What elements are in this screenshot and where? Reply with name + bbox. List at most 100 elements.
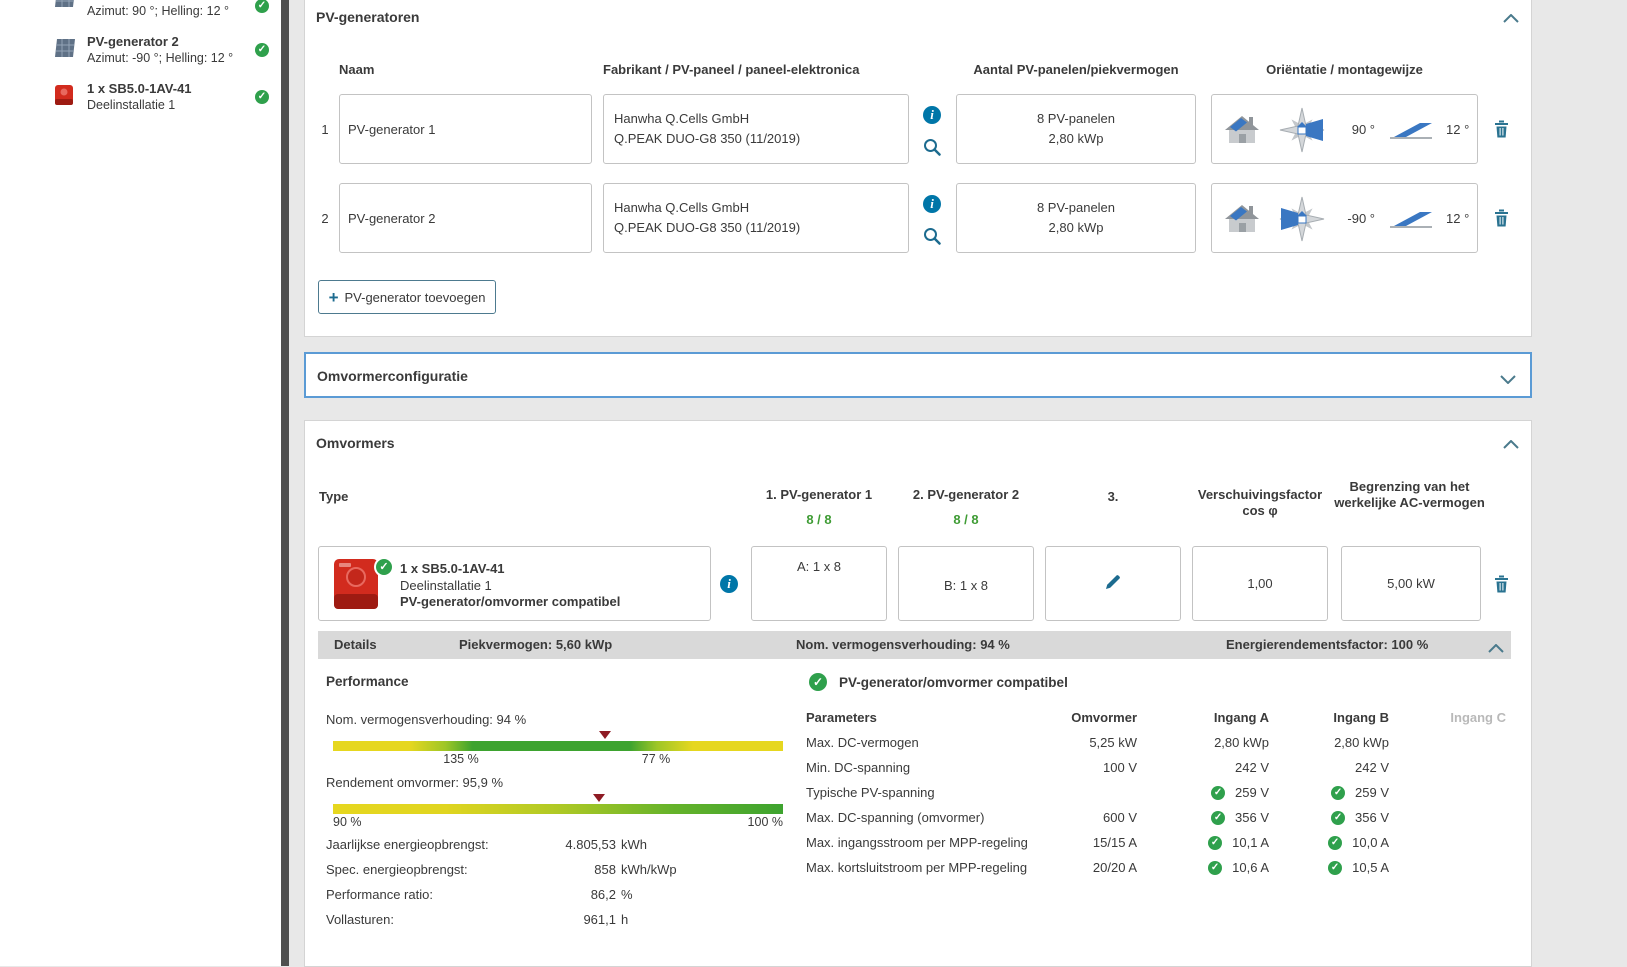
tilt-value: 12 ° [1446, 211, 1470, 226]
generator-row: 1 Hanwha Q.Cells GmbH Q.PEAK DUO-G8 350 … [305, 94, 1533, 164]
orientation-cell[interactable]: -90 ° 12 ° [1211, 183, 1478, 253]
check-icon: ✓ [1331, 785, 1346, 800]
bar1-label: Nom. vermogensverhouding: 94 % [326, 712, 527, 727]
manufacturer-text: Hanwha Q.Cells GmbH [614, 200, 750, 215]
inverter-image [333, 558, 379, 613]
kv-row: Performance ratio: 86,2 % [326, 887, 633, 902]
bar2-label: Rendement omvormer: 95,9 % [326, 775, 504, 790]
trash-icon[interactable] [1494, 209, 1509, 230]
add-generator-label: PV-generator toevoegen [344, 289, 486, 305]
panel-selector[interactable]: Hanwha Q.Cells GmbH Q.PEAK DUO-G8 350 (1… [603, 183, 909, 253]
column-header-gen3: 3. [1107, 489, 1119, 504]
check-icon: ✓ [1328, 835, 1343, 850]
plus-icon: + [328, 287, 339, 307]
sidebar-item-pv-generator-2[interactable]: PV-generator 2 [87, 34, 179, 49]
details-label: Details [334, 637, 377, 652]
inverter-name: 1 x SB5.0-1AV-41 [400, 561, 505, 576]
peak-power-text: 2,80 kWp [1048, 220, 1104, 235]
panel-count-text: 8 PV-panelen [1036, 200, 1116, 215]
chevron-up-icon[interactable] [1503, 11, 1519, 26]
column-header-gen1: 1. PV-generator 1 8 / 8 [749, 487, 889, 528]
house-icon [1222, 113, 1262, 150]
table-row: Typische PV-spanning ✓ 259 V ✓ 259 V [806, 785, 1389, 800]
inverter-config-panel[interactable]: Omvormerconfiguratie [304, 352, 1532, 398]
check-icon: ✓ [809, 673, 827, 691]
bar1-tick-135: 135 % [443, 752, 479, 766]
chevron-up-icon[interactable] [1503, 437, 1519, 452]
pv-generators-panel: PV-generatoren Naam Fabrikant / PV-panee… [304, 0, 1532, 337]
column-header-name: Naam [339, 62, 375, 77]
pv-panel-icon [54, 38, 76, 61]
info-icon[interactable]: i [923, 195, 941, 213]
power-ratio-summary: Nom. vermogensverhouding: 94 % [796, 637, 1010, 652]
panel-selector[interactable]: Hanwha Q.Cells GmbH Q.PEAK DUO-G8 350 (1… [603, 94, 909, 164]
input-b-cell[interactable]: B: 1 x 8 [898, 546, 1034, 621]
input-c-cell[interactable] [1045, 546, 1181, 621]
inverter-status: PV-generator/omvormer compatibel [400, 594, 621, 609]
compass-icon [1276, 107, 1328, 156]
chevron-down-icon[interactable] [1500, 372, 1516, 387]
peak-power-summary: Piekvermogen: 5,60 kWp [459, 637, 613, 652]
table-row: Max. DC-spanning (omvormer) 600 V ✓ 356 V… [806, 810, 1389, 825]
check-icon: ✓ [255, 90, 269, 104]
input-a-cell[interactable]: A: 1 x 8 [751, 546, 887, 621]
details-bar[interactable]: Details Piekvermogen: 5,60 kWp Nom. verm… [318, 631, 1511, 659]
tilt-icon [1388, 117, 1434, 144]
pencil-icon[interactable] [1104, 573, 1122, 594]
column-header-ac-limit: Begrenzing van het werkelijke AC-vermoge… [1334, 479, 1485, 510]
tilt-value: 12 ° [1446, 122, 1470, 137]
kv-row: Spec. energieopbrengst: 858 kWh/kWp [326, 862, 677, 877]
generator-name-input[interactable] [340, 95, 591, 163]
panel-count-cell[interactable]: 8 PV-panelen 2,80 kWp [956, 183, 1196, 253]
efficiency-gradient-bar [333, 804, 783, 814]
orientation-cell[interactable]: 90 ° 12 ° [1211, 94, 1478, 164]
panel-title: Omvormerconfiguratie [317, 368, 468, 384]
vertical-scrollbar[interactable] [281, 0, 289, 966]
bar1-tick-77: 77 % [641, 752, 671, 766]
check-icon: ✓ [1208, 860, 1223, 875]
search-icon[interactable] [923, 227, 941, 248]
table-row: Min. DC-spanning 100 V 242 V 242 V [806, 760, 1389, 775]
table-row: Max. DC-vermogen 5,25 kW 2,80 kWp 2,80 k… [806, 735, 1389, 750]
info-icon[interactable]: i [923, 106, 941, 124]
sidebar-item-inverter[interactable]: 1 x SB5.0-1AV-41 [87, 81, 192, 96]
generator-name-input[interactable] [340, 184, 591, 252]
bar2-tick-90: 90 % [333, 815, 362, 829]
panel-count-text: 8 PV-panelen [1036, 111, 1116, 126]
tilt-icon [1388, 206, 1434, 233]
inverter-type-cell[interactable]: ✓ 1 x SB5.0-1AV-41 Deelinstallatie 1 PV-… [318, 546, 711, 621]
check-icon: ✓ [255, 0, 269, 13]
input-b-value: B: 1 x 8 [943, 578, 989, 593]
generator-name-field-wrap [339, 94, 592, 164]
column-header-cosphi: Verschuivingsfactor cos φ [1197, 487, 1323, 518]
search-icon[interactable] [923, 138, 941, 159]
panel-model-text: Q.PEAK DUO-G8 350 (11/2019) [614, 220, 801, 235]
trash-icon[interactable] [1494, 575, 1509, 596]
inverter-icon [54, 84, 74, 109]
sidebar-item-subtitle[interactable]: Azimut: 90 °; Helling: 12 ° [87, 4, 229, 18]
panel-model-text: Q.PEAK DUO-G8 350 (11/2019) [614, 131, 801, 146]
column-header-orientation: Oriëntatie / montagewijze [1266, 62, 1423, 77]
sidebar: Azimut: 90 °; Helling: 12 ° ✓ PV-generat… [0, 0, 281, 966]
ac-limit-cell[interactable]: 5,00 kW [1341, 546, 1481, 621]
info-icon[interactable]: i [720, 575, 738, 593]
kv-row: Vollasturen: 961,1 h [326, 912, 629, 927]
parameters-table: Parameters Omvormer Ingang A Ingang B In… [806, 705, 1506, 880]
check-icon: ✓ [1331, 810, 1346, 825]
compat-status: PV-generator/omvormer compatibel [839, 675, 1068, 690]
sidebar-item-subtitle: Deelinstallatie 1 [87, 98, 176, 112]
azimuth-value: 90 ° [1351, 122, 1375, 137]
trash-icon[interactable] [1494, 120, 1509, 141]
inverter-subinstallation: Deelinstallatie 1 [400, 578, 492, 593]
add-generator-button[interactable]: + PV-generator toevoegen [318, 280, 496, 314]
azimuth-value: -90 ° [1347, 211, 1375, 226]
check-icon: ✓ [255, 43, 269, 57]
panel-count-cell[interactable]: 8 PV-panelen 2,80 kWp [956, 94, 1196, 164]
chevron-up-icon[interactable] [1488, 641, 1504, 656]
cos-phi-cell[interactable]: 1,00 [1192, 546, 1328, 621]
table-row: Max. ingangsstroom per MPP-regeling 15/1… [806, 835, 1389, 850]
row-number: 2 [321, 211, 329, 226]
column-header-panels: Aantal PV-panelen/piekvermogen [973, 62, 1179, 77]
kv-row: Jaarlijkse energieopbrengst: 4.805,53 kW… [326, 837, 647, 852]
peak-power-text: 2,80 kWp [1048, 131, 1104, 146]
